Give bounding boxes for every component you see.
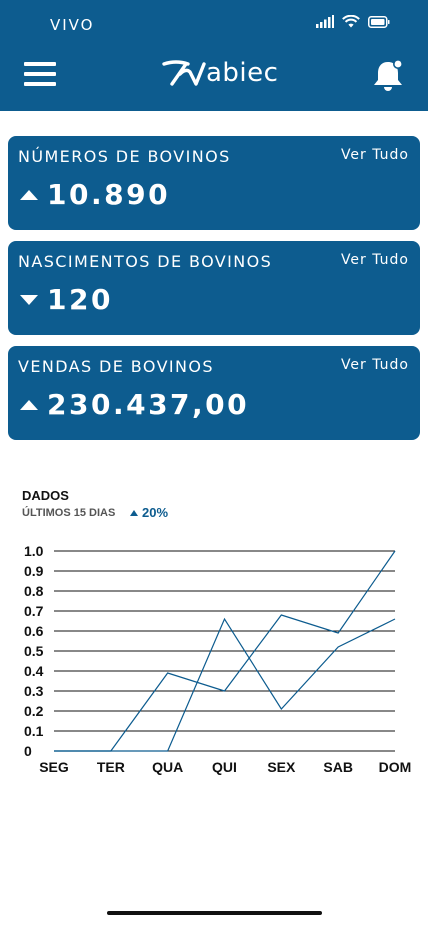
card-value: 120: [47, 283, 113, 316]
logo-mark-icon: [162, 60, 206, 86]
battery-icon: [368, 16, 390, 28]
y-tick-label: 0.6: [24, 623, 44, 639]
y-tick-label: 0.9: [24, 563, 44, 579]
home-indicator[interactable]: [107, 911, 322, 915]
y-tick-label: 1.0: [24, 543, 44, 559]
ver-tudo-link[interactable]: Ver Tudo: [341, 252, 409, 268]
x-tick-label: QUA: [152, 759, 183, 775]
x-tick-label: SAB: [323, 759, 353, 775]
line-chart: 1.0 0.9 0.8 0.7 0.6 0.5 0.4 0.3 0.2 0.1 0 SEG TER QUA…: [24, 543, 412, 775]
trend-up-icon: [130, 509, 138, 516]
status-icons: [316, 15, 390, 28]
x-tick-label: TER: [97, 759, 125, 775]
y-tick-label: 0.4: [24, 663, 44, 679]
card-numeros-bovinos: NÚMEROS DE BOVINOS Ver Tudo 10.890: [8, 136, 420, 230]
card-title: NÚMEROS DE BOVINOS: [18, 147, 231, 166]
card-value-row: 230.437,00: [20, 388, 249, 421]
chart-subtitle: ÚLTIMOS 15 DIAS: [22, 507, 116, 519]
chart-change-value: 20%: [142, 505, 169, 520]
ver-tudo-link[interactable]: Ver Tudo: [341, 147, 409, 163]
trend-up-icon: [20, 189, 38, 200]
y-tick-label: 0.5: [24, 643, 44, 659]
notification-bell-icon[interactable]: [372, 58, 404, 92]
card-title: VENDAS DE BOVINOS: [18, 357, 214, 376]
card-vendas-bovinos: VENDAS DE BOVINOS Ver Tudo 230.437,00: [8, 346, 420, 440]
card-value-row: 120: [20, 283, 113, 316]
x-tick-label: DOM: [379, 759, 412, 775]
card-value: 230.437,00: [47, 388, 250, 421]
trend-up-icon: [20, 399, 38, 410]
x-tick-label: QUI: [212, 759, 237, 775]
y-tick-label: 0.3: [24, 683, 44, 699]
card-value-row: 10.890: [20, 178, 170, 211]
y-tick-label: 0.7: [24, 603, 44, 619]
x-tick-label: SEG: [39, 759, 69, 775]
status-carrier: VIVO: [50, 16, 95, 34]
signal-icon: [316, 15, 334, 28]
app-header: VIVO abiec: [0, 0, 428, 111]
y-tick-label: 0.1: [24, 723, 44, 739]
logo-text: abiec: [206, 58, 279, 88]
y-tick-label: 0: [24, 743, 32, 759]
ver-tudo-link[interactable]: Ver Tudo: [341, 357, 409, 373]
x-tick-label: SEX: [267, 759, 296, 775]
trend-down-icon: [20, 294, 38, 305]
card-value: 10.890: [47, 178, 171, 211]
card-nascimentos-bovinos: NASCIMENTOS DE BOVINOS Ver Tudo 120: [8, 241, 420, 335]
y-tick-label: 0.8: [24, 583, 44, 599]
chart-title: DADOS: [22, 488, 69, 503]
y-tick-label: 0.2: [24, 703, 44, 719]
abiec-logo: abiec: [162, 58, 278, 88]
chart-change-badge: 20%: [130, 505, 168, 520]
wifi-icon: [342, 15, 360, 28]
card-title: NASCIMENTOS DE BOVINOS: [18, 252, 273, 271]
hamburger-menu-icon[interactable]: [24, 62, 56, 90]
